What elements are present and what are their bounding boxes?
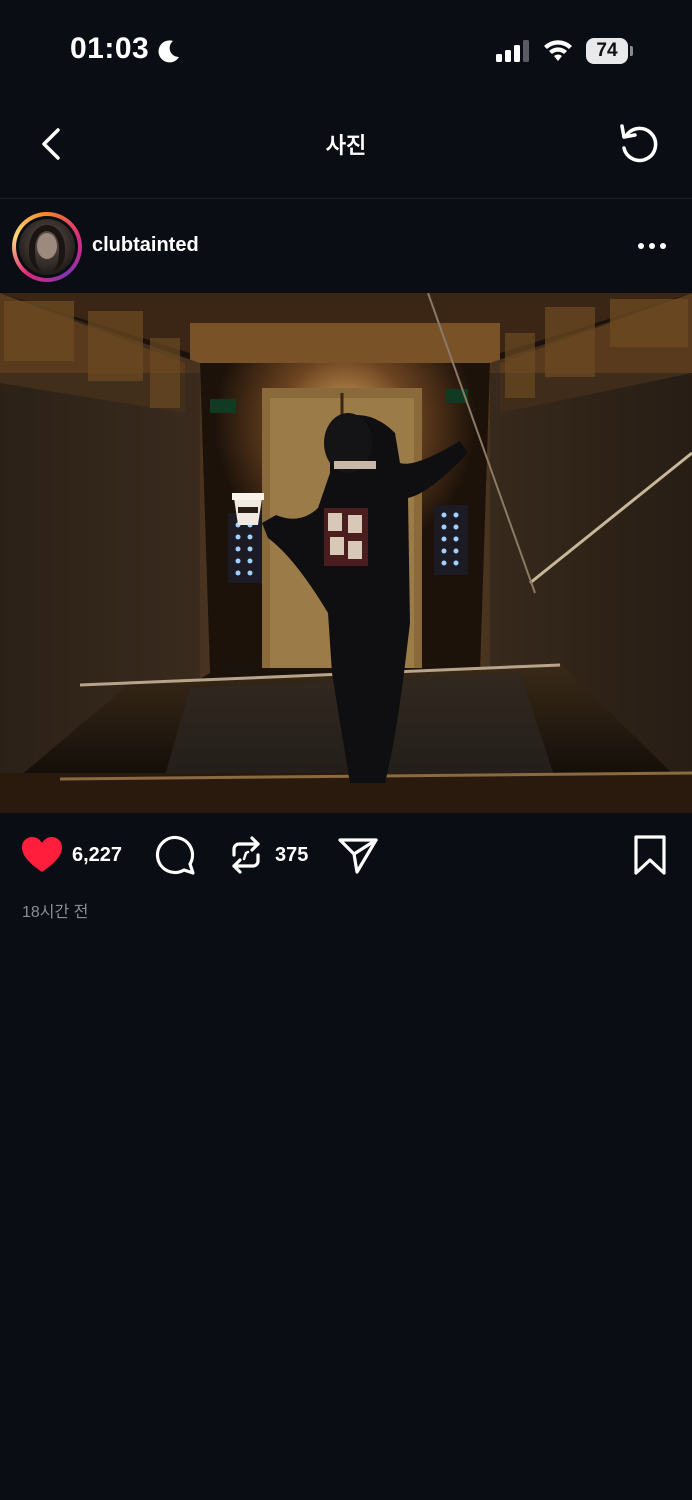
repost-icon[interactable] [226,835,266,875]
page-title: 사진 [325,133,367,158]
more-horizontal-icon[interactable] [632,229,672,263]
battery-cap [630,46,633,56]
like-count[interactable]: 6,227 [72,844,122,867]
moon-icon [158,40,179,63]
refresh-icon[interactable] [614,120,664,166]
avatar-border [16,216,78,278]
nav-bar: 사진 [0,100,692,199]
battery-icon: 74 [586,38,633,64]
screen: 01:03 74 사진 clubtainted 6,227 375 18시간 전 [0,0,692,1500]
avatar-hair [29,225,65,271]
repost-count[interactable]: 375 [275,844,308,867]
status-time: 01:03 [70,32,150,65]
avatar[interactable] [12,212,82,282]
battery-level: 74 [596,40,618,61]
status-bar: 01:03 74 [0,0,692,100]
bookmark-icon[interactable] [630,834,670,876]
send-icon[interactable] [336,834,380,876]
heart-icon[interactable] [20,835,64,875]
elevator-photo [0,293,692,813]
avatar-image [19,219,75,275]
post-header: clubtainted [0,199,692,293]
post-timestamp: 18시간 전 [22,904,89,921]
action-row: 6,227 375 [0,820,692,890]
post-photo[interactable] [0,293,692,813]
comment-icon[interactable] [154,834,196,876]
username[interactable]: clubtainted [92,234,199,257]
signal-icon [496,40,529,62]
wifi-icon [544,40,572,61]
